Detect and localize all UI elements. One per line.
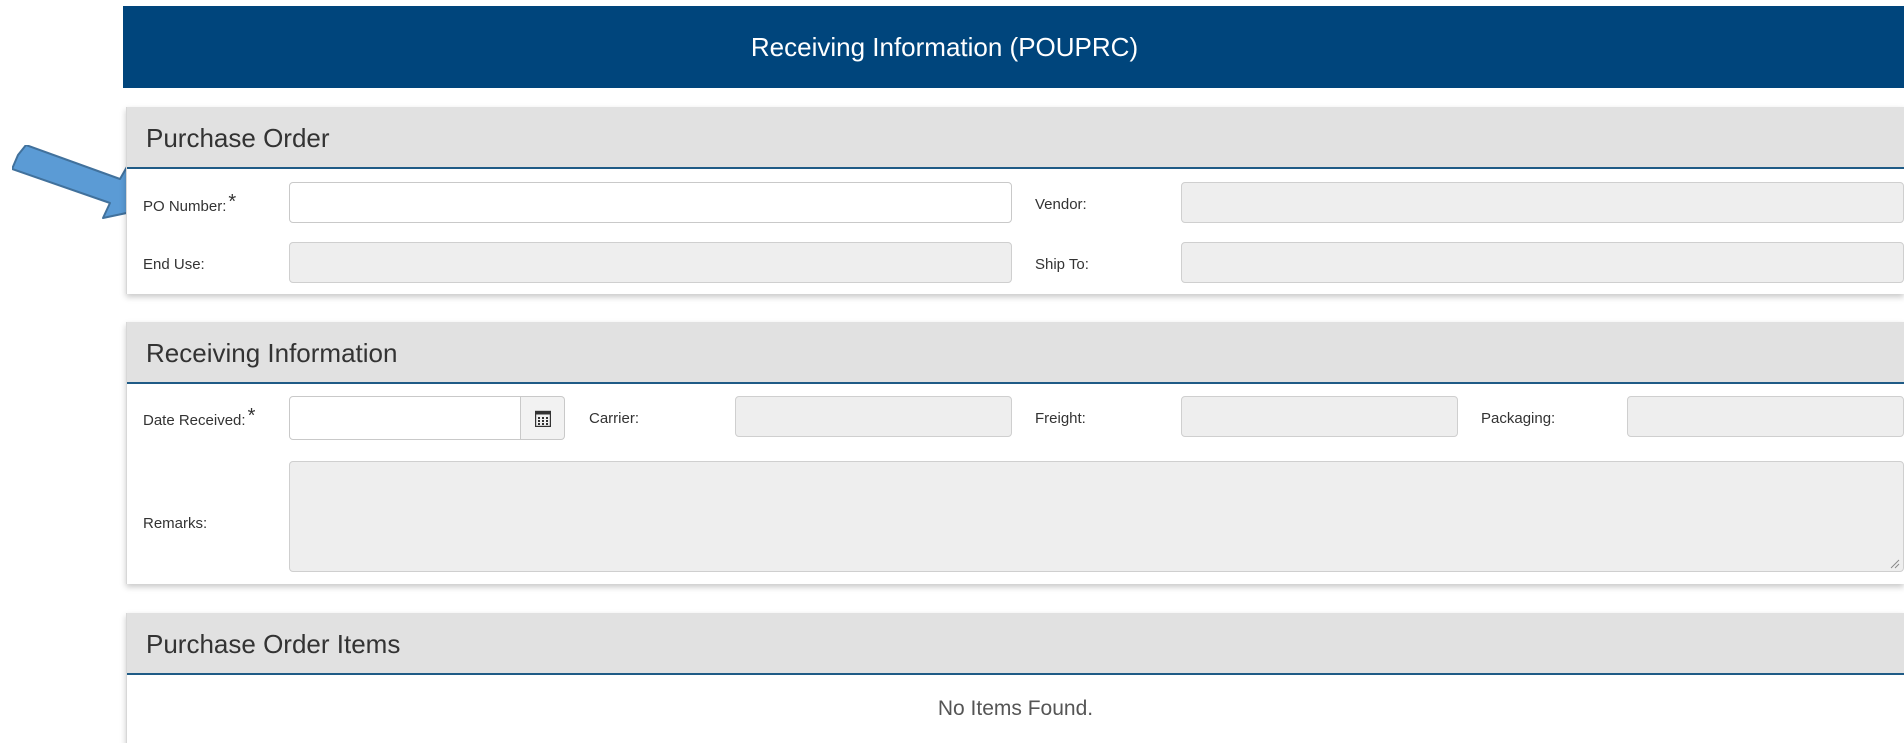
date-received-label: Date Received: * [143, 405, 256, 429]
page-title: Receiving Information (POUPRC) [750, 32, 1139, 62]
page: Receiving Information (POUPRC) Purchase … [0, 0, 1904, 743]
empty-items-message: No Items Found. [937, 697, 1094, 720]
receiving-information-panel-title: Receiving Information [146, 338, 398, 368]
date-picker-button[interactable] [521, 396, 565, 440]
purchase-order-items-panel-title: Purchase Order Items [146, 629, 401, 659]
receiving-information-panel: Receiving Information Date Received: * Ca… [126, 322, 1904, 584]
ship-to-label: Ship To: [1035, 256, 1089, 273]
purchase-order-items-panel-header: Purchase Order Items [127, 613, 1904, 675]
calendar-icon [534, 410, 551, 427]
packaging-field[interactable] [1627, 396, 1904, 437]
purchase-order-panel-title: Purchase Order [146, 123, 330, 153]
po-number-label: PO Number: * [143, 191, 237, 215]
receiving-information-panel-header: Receiving Information [127, 322, 1904, 384]
freight-field[interactable] [1181, 396, 1458, 437]
remarks-textarea[interactable] [289, 461, 1904, 572]
purchase-order-items-panel: Purchase Order Items No Items Found. [126, 613, 1904, 743]
page-header: Receiving Information (POUPRC) [123, 6, 1904, 88]
resize-handle-icon[interactable] [1890, 559, 1900, 569]
remarks-label: Remarks: [143, 515, 208, 532]
required-marker: * [247, 405, 256, 427]
vendor-label: Vendor: [1035, 196, 1087, 213]
carrier-label: Carrier: [589, 410, 640, 427]
po-number-input[interactable] [289, 182, 1012, 223]
receiving-app: Receiving Information (POUPRC) Purchase … [123, 6, 1904, 743]
purchase-order-panel: Purchase Order PO Number: * Vendor: End U… [126, 107, 1904, 294]
vendor-field[interactable] [1181, 182, 1904, 223]
end-use-label: End Use: [143, 256, 205, 273]
purchase-order-panel-header: Purchase Order [127, 107, 1904, 169]
carrier-field[interactable] [735, 396, 1012, 437]
date-received-input[interactable] [289, 396, 521, 440]
end-use-field[interactable] [289, 242, 1012, 283]
packaging-label: Packaging: [1481, 410, 1556, 427]
ship-to-field[interactable] [1181, 242, 1904, 283]
required-marker: * [228, 191, 237, 213]
freight-label: Freight: [1035, 410, 1086, 427]
